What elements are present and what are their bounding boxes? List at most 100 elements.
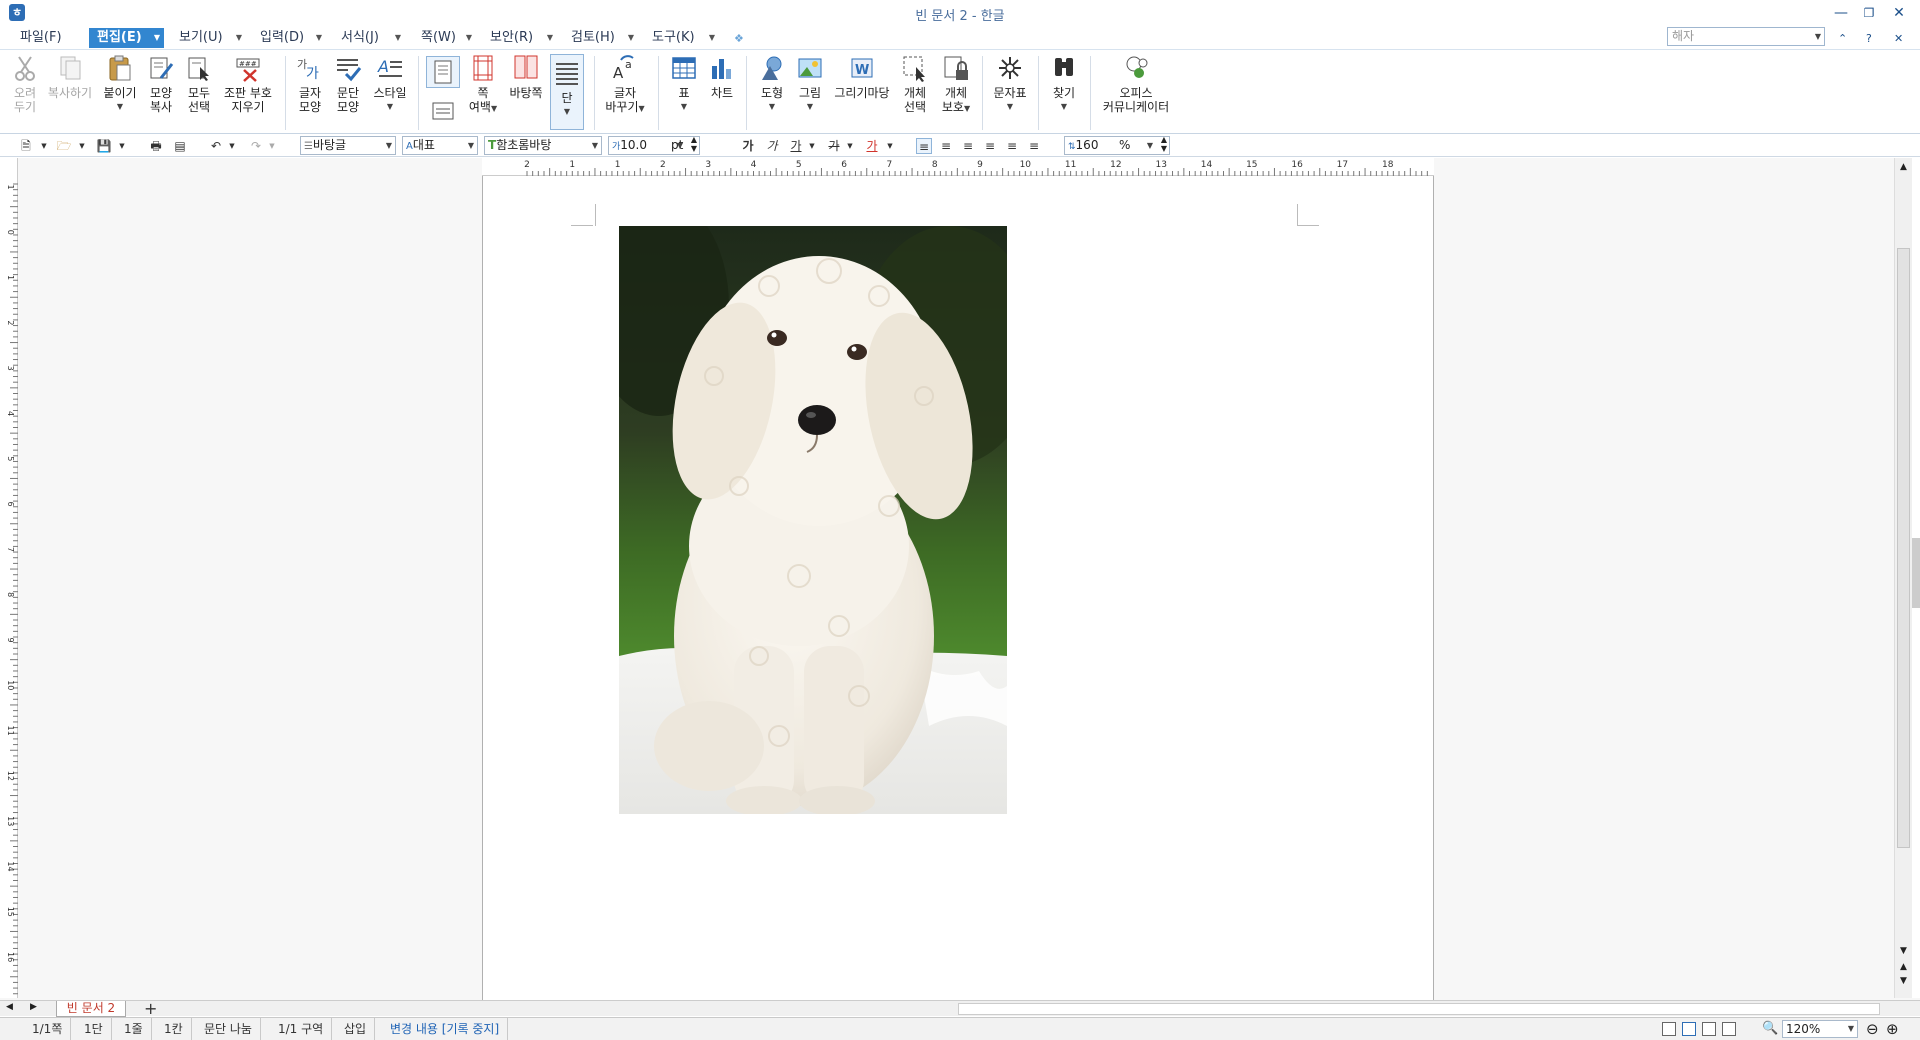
help-icon[interactable]: ? xyxy=(1866,32,1872,45)
menu-file[interactable]: 파일(F) xyxy=(16,28,66,48)
chevron-down-icon[interactable]: ▼ xyxy=(114,138,130,154)
status-insert-mode[interactable]: 삽입 xyxy=(336,1018,376,1040)
view-full-icon[interactable] xyxy=(1722,1022,1736,1036)
menu-tools-dropdown[interactable]: ▼ xyxy=(705,28,719,48)
align-justify-icon[interactable]: ≡ xyxy=(916,138,932,154)
menu-edit[interactable]: 편집(E) xyxy=(89,28,150,48)
new-document-icon[interactable]: 🗎 xyxy=(18,138,34,154)
underline-button[interactable]: 가 xyxy=(788,138,804,154)
print-icon[interactable]: 🖶 xyxy=(148,138,164,154)
view-width-icon[interactable] xyxy=(1702,1022,1716,1036)
table-button[interactable]: 표 ▼ xyxy=(668,54,700,114)
menu-insert[interactable]: 입력(D) xyxy=(256,28,308,48)
page-margin-button[interactable]: 쪽 여백▼ xyxy=(466,54,500,116)
preview-icon[interactable]: ▤ xyxy=(172,138,188,154)
spin-buttons[interactable]: ▲ ▼ xyxy=(691,135,697,153)
menu-edit-dropdown[interactable]: ▼ xyxy=(150,28,164,48)
font-color-button[interactable]: 가 xyxy=(864,138,880,154)
page-up-arrow[interactable]: ▲ xyxy=(1897,962,1910,974)
vertical-scrollbar[interactable]: ▲ ▼ ▲ ▼ xyxy=(1894,158,1912,998)
tab-prev-icon[interactable]: ◀ xyxy=(6,1002,13,1012)
side-panel-handle[interactable] xyxy=(1912,158,1920,998)
align-center-icon[interactable]: ≡ xyxy=(960,138,976,154)
page-view-button[interactable] xyxy=(426,56,460,88)
align-distribute-icon[interactable]: ≡ xyxy=(1004,138,1020,154)
style-button[interactable]: A 스타일 ▼ xyxy=(370,54,410,114)
format-copy-button[interactable]: 모양 복사 xyxy=(145,54,177,114)
chevron-down-icon[interactable]: ▼ xyxy=(74,138,90,154)
menu-review-dropdown[interactable]: ▼ xyxy=(624,28,638,48)
spin-buttons[interactable]: ▲ ▼ xyxy=(1161,135,1167,153)
style-select[interactable]: ☰바탕글 ▼ xyxy=(300,136,396,155)
save-icon[interactable]: 💾 xyxy=(96,138,112,154)
document-page[interactable] xyxy=(482,176,1434,1006)
columns-button[interactable]: 단 ▼ xyxy=(550,54,584,130)
tab-blank-doc-2[interactable]: 빈 문서 2 xyxy=(56,1001,126,1017)
menu-view[interactable]: 보기(U) xyxy=(175,28,227,48)
menu-page[interactable]: 쪽(W) xyxy=(417,28,460,48)
collapse-ribbon-icon[interactable]: ⌃ xyxy=(1838,32,1847,45)
language-select[interactable]: A대표 ▼ xyxy=(402,136,478,155)
page-down-arrow[interactable]: ▼ xyxy=(1897,976,1910,988)
chevron-down-icon[interactable]: ▼ xyxy=(842,138,858,154)
scroll-up-arrow[interactable]: ▲ xyxy=(1897,162,1910,174)
align-right-icon[interactable]: ≡ xyxy=(982,138,998,154)
help-search-input[interactable]: 해자 ▼ xyxy=(1667,27,1825,46)
chevron-down-icon[interactable]: ▼ xyxy=(882,138,898,154)
add-tab-icon[interactable]: + xyxy=(144,999,157,1018)
puppy-image[interactable] xyxy=(619,226,1007,814)
zoom-in-icon[interactable]: ⊕ xyxy=(1886,1020,1899,1038)
scroll-thumb[interactable] xyxy=(1897,248,1910,848)
bold-button[interactable]: 가 xyxy=(740,138,756,154)
paste-button[interactable]: 붙이기 ▼ xyxy=(100,54,140,114)
zoom-out-icon[interactable]: ⊖ xyxy=(1866,1020,1879,1038)
menu-page-dropdown[interactable]: ▼ xyxy=(462,28,476,48)
menu-security[interactable]: 보안(R) xyxy=(486,28,537,48)
open-folder-icon[interactable]: 🗁 xyxy=(56,138,72,154)
chevron-down-icon[interactable]: ▼ xyxy=(36,138,52,154)
align-left-icon[interactable]: ≡ xyxy=(938,138,954,154)
panel-grip[interactable] xyxy=(1912,538,1920,608)
clear-marks-button[interactable]: ### 조판 부호 지우기 xyxy=(220,54,276,114)
chart-button[interactable]: 차트 xyxy=(706,54,738,100)
symbols-button[interactable]: 문자표 ▼ xyxy=(990,54,1030,114)
view-fit-icon[interactable] xyxy=(1662,1022,1676,1036)
para-shape-button[interactable]: 문단 모양 xyxy=(332,54,364,114)
line-spacing-input[interactable]: ⇅160 % ▼ ▲ ▼ xyxy=(1064,135,1170,155)
horizontal-scrollbar[interactable] xyxy=(958,1003,1880,1015)
menu-security-dropdown[interactable]: ▼ xyxy=(543,28,557,48)
select-all-button[interactable]: 모두 선택 xyxy=(183,54,215,114)
zoom-select[interactable]: 120% ▼ xyxy=(1782,1020,1858,1038)
menu-review[interactable]: 검토(H) xyxy=(567,28,619,48)
minimize-button[interactable]: — xyxy=(1829,3,1853,23)
find-replace-button[interactable]: Aa 글자 바꾸기▼ xyxy=(602,54,648,116)
copy-button[interactable]: 복사하기 xyxy=(44,54,96,100)
align-split-icon[interactable]: ≡ xyxy=(1026,138,1042,154)
status-page[interactable]: 1/1쪽 xyxy=(24,1018,72,1040)
cut-button[interactable]: 오려 두기 xyxy=(8,54,42,114)
doc-close-icon[interactable]: ✕ xyxy=(1894,32,1903,45)
find-button[interactable]: 찾기 ▼ xyxy=(1046,54,1082,114)
close-button[interactable]: ✕ xyxy=(1887,3,1911,23)
char-shape-button[interactable]: 가가 글자 모양 xyxy=(294,54,326,114)
chevron-down-icon[interactable]: ▼ xyxy=(224,138,240,154)
chevron-down-icon[interactable]: ▼ xyxy=(264,138,280,154)
view-page-icon[interactable] xyxy=(1682,1022,1696,1036)
picture-button[interactable]: 그림 ▼ xyxy=(794,54,826,114)
zoom-icon[interactable]: 🔍 xyxy=(1762,1021,1778,1036)
menu-insert-dropdown[interactable]: ▼ xyxy=(312,28,326,48)
shape-button[interactable]: 도형 ▼ xyxy=(756,54,788,114)
font-select[interactable]: T함초롬바탕 ▼ xyxy=(484,136,602,155)
strike-button[interactable]: 가 xyxy=(826,138,842,154)
scroll-down-arrow[interactable]: ▼ xyxy=(1897,946,1910,958)
page-lines-button[interactable] xyxy=(426,100,460,126)
undo-icon[interactable]: ↶ xyxy=(208,138,224,154)
menu-format[interactable]: 서식(J) xyxy=(337,28,383,48)
restore-button[interactable]: ❐ xyxy=(1857,3,1881,23)
menu-format-dropdown[interactable]: ▼ xyxy=(391,28,405,48)
status-track-changes[interactable]: 변경 내용 [기록 중지] xyxy=(382,1018,509,1040)
menu-view-dropdown[interactable]: ▼ xyxy=(232,28,246,48)
drawing-gallery-button[interactable]: W 그리기마당 xyxy=(832,54,892,100)
puzzle-icon[interactable]: ❖ xyxy=(734,32,744,45)
italic-button[interactable]: 가 xyxy=(764,138,780,154)
